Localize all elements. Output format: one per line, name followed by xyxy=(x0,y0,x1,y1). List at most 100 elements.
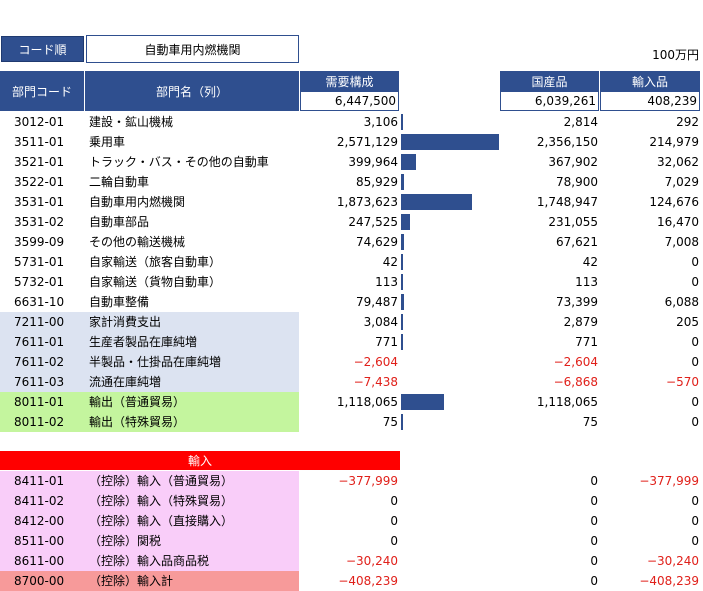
row-name: 輸出（普通貿易） xyxy=(89,395,186,409)
row-domestic: 0 xyxy=(590,494,598,508)
demand-bar xyxy=(401,214,410,230)
table-row[interactable]: 5731-01 自家輸送（旅客自動車） 42 42 0 xyxy=(0,252,703,272)
row-demand: −377,999 xyxy=(338,474,398,488)
row-name: 家計消費支出 xyxy=(89,315,162,329)
demand-bar xyxy=(401,294,404,310)
row-demand: 85,929 xyxy=(356,175,398,189)
row-code: 6631-10 xyxy=(14,295,65,309)
row-demand: 75 xyxy=(382,415,398,429)
table-row[interactable]: 3599-09 その他の輸送機械 74,629 67,621 7,008 xyxy=(0,232,703,252)
row-imported: 7,008 xyxy=(664,235,699,249)
demand-bar xyxy=(401,334,403,350)
table-row[interactable]: 7611-03 流通在庫純増 −7,438 −6,868 −570 xyxy=(0,372,703,392)
row-code: 7611-02 xyxy=(14,355,65,369)
row-imported: 0 xyxy=(691,494,699,508)
row-demand: 0 xyxy=(390,514,398,528)
sort-order-button[interactable]: コード順 xyxy=(1,36,84,62)
row-demand: 3,106 xyxy=(363,115,398,129)
table-row[interactable]: 3012-01 建設・鉱山機械 3,106 2,814 292 xyxy=(0,112,703,132)
sector-select-value: 自動車用内燃機関 xyxy=(144,42,241,57)
table-row[interactable]: 8412-00 （控除）輸入（直接購入） 0 0 0 xyxy=(0,511,703,531)
row-domestic: 0 xyxy=(590,574,598,588)
row-domestic: 73,399 xyxy=(556,295,598,309)
table-row[interactable]: 8011-01 輸出（普通貿易） 1,118,065 1,118,065 0 xyxy=(0,392,703,412)
unit-label: 100万円 xyxy=(652,48,699,62)
row-imported: 0 xyxy=(691,255,699,269)
row-name: 輸出（特殊貿易） xyxy=(89,415,186,429)
table-row[interactable]: 8411-01 （控除）輸入（普通貿易） −377,999 0 −377,999 xyxy=(0,471,703,491)
row-imported: 292 xyxy=(676,115,699,129)
sector-select[interactable]: 自動車用内燃機関 xyxy=(86,35,299,63)
row-domestic: 2,879 xyxy=(563,315,598,329)
row-imported: 0 xyxy=(691,335,699,349)
demand-bar xyxy=(401,134,499,150)
row-domestic: 0 xyxy=(590,554,598,568)
table-row[interactable]: 3531-01 自動車用内燃機関 1,873,623 1,748,947 124,676 xyxy=(0,192,703,212)
total-domestic: 6,039,261 xyxy=(500,91,599,111)
row-demand: 1,873,623 xyxy=(336,195,398,209)
table-row[interactable]: 5732-01 自家輸送（貨物自動車） 113 113 0 xyxy=(0,272,703,292)
table-row[interactable]: 6631-10 自動車整備 79,487 73,399 6,088 xyxy=(0,292,703,312)
row-code: 8700-00 xyxy=(14,574,65,588)
row-domestic: 367,902 xyxy=(548,155,598,169)
row-domestic: 78,900 xyxy=(556,175,598,189)
demand-bar xyxy=(401,194,472,210)
table-row[interactable]: 8411-02 （控除）輸入（特殊貿易） 0 0 0 xyxy=(0,491,703,511)
demand-bar xyxy=(401,154,416,170)
table-row[interactable]: 3511-01 乗用車 2,571,129 2,356,150 214,979 xyxy=(0,132,703,152)
row-name: 乗用車 xyxy=(89,135,126,149)
table-row[interactable]: 7211-00 家計消費支出 3,084 2,879 205 xyxy=(0,312,703,332)
demand-bar xyxy=(401,174,404,190)
table-row[interactable]: 7611-02 半製品・仕掛品在庫純増 −2,604 −2,604 0 xyxy=(0,352,703,372)
row-demand: −7,438 xyxy=(353,375,398,389)
row-name: （控除）輸入品商品税 xyxy=(89,554,210,568)
table-row[interactable]: 8511-00 （控除）関税 0 0 0 xyxy=(0,531,703,551)
header-demand-label: 需要構成 xyxy=(325,74,374,89)
row-domestic: 2,356,150 xyxy=(536,135,598,149)
table-row[interactable]: 8611-00 （控除）輸入品商品税 −30,240 0 −30,240 xyxy=(0,551,703,571)
total-demand: 6,447,500 xyxy=(300,91,399,111)
header-code: 部門コード xyxy=(0,71,84,111)
row-name: 二輪自動車 xyxy=(89,175,150,189)
row-domestic: 113 xyxy=(575,275,598,289)
table-row[interactable]: 7611-01 生産者製品在庫純増 771 771 0 xyxy=(0,332,703,352)
row-domestic: 231,055 xyxy=(548,215,598,229)
table-row[interactable]: 8700-00 （控除）輸入計 −408,239 0 −408,239 xyxy=(0,571,703,591)
row-demand: −30,240 xyxy=(345,554,398,568)
row-code: 5731-01 xyxy=(14,255,65,269)
row-name: その他の輸送機械 xyxy=(89,235,186,249)
row-domestic: 0 xyxy=(590,474,598,488)
row-demand: 2,571,129 xyxy=(336,135,398,149)
row-name: トラック・バス・その他の自動車 xyxy=(89,155,269,169)
header-name: 部門名（列） xyxy=(85,71,299,111)
table-row[interactable]: 8011-02 輸出（特殊貿易） 75 75 0 xyxy=(0,412,703,432)
row-demand: 399,964 xyxy=(348,155,398,169)
demand-bar xyxy=(401,314,403,330)
row-code: 3599-09 xyxy=(14,235,65,249)
row-name: 自家輸送（貨物自動車） xyxy=(89,275,222,289)
total-demand-value: 6,447,500 xyxy=(334,94,396,108)
row-demand: 3,084 xyxy=(363,315,398,329)
row-name: 流通在庫純増 xyxy=(89,375,162,389)
row-domestic: 1,118,065 xyxy=(536,395,598,409)
table-row[interactable]: 3522-01 二輪自動車 85,929 78,900 7,029 xyxy=(0,172,703,192)
total-imported: 408,239 xyxy=(600,91,700,111)
row-demand: 74,629 xyxy=(356,235,398,249)
row-imported: 0 xyxy=(691,395,699,409)
table-row[interactable]: 3521-01 トラック・バス・その他の自動車 399,964 367,902 32,0… xyxy=(0,152,703,172)
row-imported: −408,239 xyxy=(639,574,699,588)
row-code: 8611-00 xyxy=(14,554,65,568)
row-imported: 32,062 xyxy=(657,155,699,169)
row-demand: −2,604 xyxy=(353,355,398,369)
row-name: 自動車部品 xyxy=(89,215,150,229)
table-row[interactable]: 3531-02 自動車部品 247,525 231,055 16,470 xyxy=(0,212,703,232)
row-demand: 1,118,065 xyxy=(336,395,398,409)
row-code: 8011-01 xyxy=(14,395,65,409)
header-imported-label: 輸入品 xyxy=(631,74,668,89)
row-name: （控除）輸入（直接購入） xyxy=(89,514,234,528)
row-imported: −30,240 xyxy=(646,554,699,568)
row-domestic: 2,814 xyxy=(563,115,598,129)
row-domestic: 75 xyxy=(582,415,598,429)
row-name: （控除）輸入（特殊貿易） xyxy=(89,494,234,508)
row-imported: 0 xyxy=(691,534,699,548)
